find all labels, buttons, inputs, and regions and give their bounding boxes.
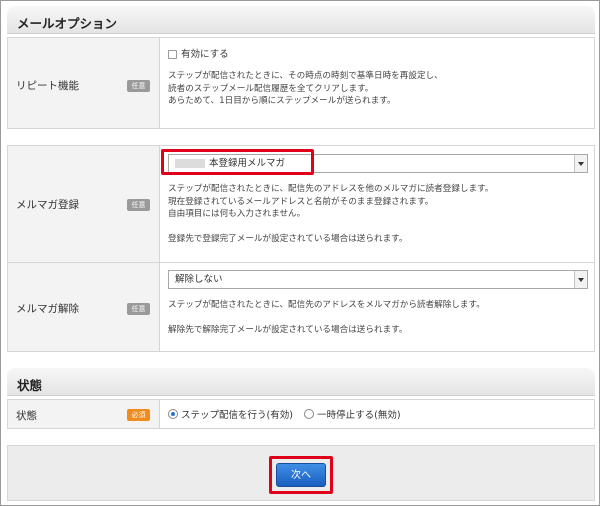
- chevron-down-icon[interactable]: [574, 155, 587, 172]
- page-frame: メールオプション リピート機能 任意 有効にする ステップが配信されたときに、そ…: [0, 0, 600, 506]
- mailmag-cancel-select[interactable]: 解除しない: [168, 270, 588, 289]
- status-option-enabled[interactable]: ステップ配信を行う(有効): [168, 409, 304, 421]
- label-status: 状態: [16, 410, 37, 422]
- section-title-status: 状態: [17, 378, 43, 393]
- repeat-desc-3: あらためて、1日目から順にステップメールが送られます。: [168, 96, 396, 106]
- repeat-desc-2: 読者のステップメール配信履歴を全てクリアします。: [168, 83, 374, 94]
- mailmag-register-desc-4: [168, 221, 493, 234]
- label-cell-status: 状態 必須: [8, 400, 160, 428]
- label-cell-mailmag-register: メルマガ登録 任意: [8, 146, 160, 262]
- content-mailmag-cancel: 解除しない ステップが配信されたときに、配信先のアドレスをメルマガから読者解除し…: [168, 263, 588, 353]
- status-option-paused[interactable]: 一時停止する(無効): [304, 409, 408, 421]
- highlight-box-register: [161, 149, 314, 175]
- repeat-desc-1: ステップが配信されたときに、その時点の時刻で基準日時を再設定し、: [168, 71, 443, 81]
- chevron-down-icon[interactable]: [574, 271, 587, 288]
- row-status: 状態 必須 ステップ配信を行う(有効) 一時停止する(無効): [7, 399, 595, 429]
- label-mailmag-cancel: メルマガ解除: [16, 303, 79, 315]
- label-repeat: リピート機能: [16, 80, 79, 92]
- optional-badge-repeat: 任意: [127, 80, 150, 92]
- mailmag-cancel-desc-1: ステップが配信されたときに、配信先のアドレスをメルマガから読者解除します。: [168, 300, 485, 310]
- repeat-enable-option[interactable]: 有効にする: [168, 46, 588, 60]
- mailmag-register-desc-5: 登録先で登録完了メールが設定されている場合は送られます。: [168, 234, 408, 244]
- radio-paused[interactable]: [304, 409, 315, 419]
- section-title-mail-option: メールオプション: [17, 16, 118, 31]
- content-status: ステップ配信を行う(有効) 一時停止する(無効): [168, 407, 588, 421]
- repeat-enable-label: 有効にする: [181, 49, 229, 60]
- section-header-status: 状態: [7, 368, 595, 396]
- label-mailmag-register: メルマガ登録: [16, 199, 79, 211]
- mailmag-register-desc-1: ステップが配信されたときに、配信先のアドレスを他のメルマガに読者登録します。: [168, 184, 494, 194]
- mailmag-cancel-selected: 解除しない: [175, 274, 223, 285]
- repeat-enable-checkbox[interactable]: [168, 50, 177, 59]
- label-cell-mailmag-cancel: メルマガ解除 任意: [8, 263, 160, 351]
- mailmag-cancel-desc-2: [168, 312, 485, 325]
- content-repeat: 有効にする ステップが配信されたときに、その時点の時刻で基準日時を再設定し、 読…: [168, 46, 588, 108]
- section-header-mail-option: メールオプション: [7, 6, 595, 34]
- mailmag-register-desc-3: 自由項目には何も入力されません。: [168, 209, 306, 219]
- status-option-enabled-label: ステップ配信を行う(有効): [181, 410, 293, 421]
- status-option-paused-label: 一時停止する(無効): [317, 410, 401, 421]
- mailmag-register-desc-2: 現在登録されているメールアドレスと名前がそのまま登録されます。: [168, 196, 434, 207]
- next-button[interactable]: 次へ: [276, 463, 326, 487]
- mailmag-cancel-desc-3: 解除先で解除完了メールが設定されている場合は送られます。: [168, 325, 408, 335]
- row-repeat: リピート機能 任意 有効にする ステップが配信されたときに、その時点の時刻で基準…: [7, 37, 595, 129]
- row-mailmag-cancel: メルマガ解除 任意 解除しない ステップが配信されたときに、配信先のアドレスをメ…: [7, 262, 595, 352]
- optional-badge-mailmag-register: 任意: [127, 199, 150, 211]
- radio-enabled[interactable]: [168, 409, 178, 419]
- optional-badge-mailmag-cancel: 任意: [127, 303, 150, 315]
- label-cell-repeat: リピート機能 任意: [8, 38, 160, 128]
- required-badge-status: 必須: [127, 409, 150, 421]
